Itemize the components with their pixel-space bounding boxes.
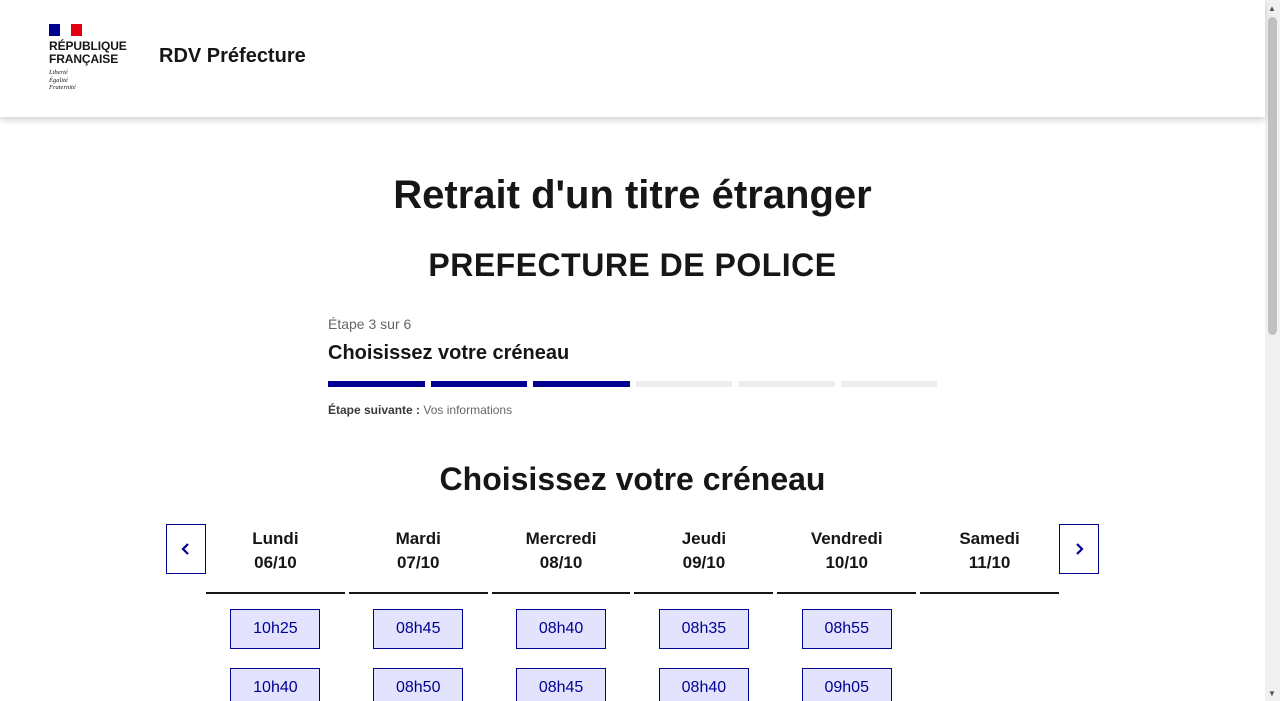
previous-days-button[interactable] [166, 524, 206, 574]
time-slot-button[interactable]: 08h40 [516, 609, 607, 649]
day-date: 11/10 [968, 553, 1011, 572]
stepper-segment [840, 381, 937, 387]
republique-francaise-logo[interactable]: République Française Liberté Égalité Fra… [49, 24, 139, 92]
day-name: Mercredi [525, 529, 597, 548]
marianne-flag-icon [49, 24, 82, 36]
scroll-down-arrow-icon[interactable]: ▼ [1268, 689, 1276, 698]
republic-name-line2: Française [49, 52, 119, 66]
day-header: Jeudi 09/10 [634, 524, 774, 594]
stepper-next-step: Étape suivante : Vos informations [328, 403, 937, 417]
motto-fraternite: Fraternité [49, 84, 76, 91]
day-name: Lundi [252, 529, 299, 548]
motto-liberte: Liberté [49, 69, 68, 76]
slot-column: 08h45 08h50 [349, 609, 488, 701]
slot-column: 10h25 10h40 [206, 609, 345, 701]
page-title: Retrait d'un titre étranger [393, 173, 872, 217]
stepper-segment [430, 381, 527, 387]
slot-column: 08h40 08h45 [492, 609, 631, 701]
slot-column: 08h35 08h40 [634, 609, 773, 701]
stepper-segment [738, 381, 835, 387]
calendar-title: Choisissez votre créneau [439, 461, 826, 497]
day-header: Samedi 11/10 [920, 524, 1059, 594]
scrollbar-thumb[interactable] [1268, 17, 1277, 335]
day-name: Mardi [395, 529, 441, 548]
scroll-up-arrow-icon[interactable]: ▲ [1268, 4, 1276, 13]
day-header: Mercredi 08/10 [491, 524, 631, 594]
calendar-slots-grid: 10h25 10h40 08h45 08h50 08h40 08h45 08h35 08h40… [206, 609, 1059, 701]
republic-motto: Liberté Égalité Fraternité [49, 69, 139, 92]
stepper-title: Choisissez votre créneau [328, 342, 570, 364]
chevron-left-icon [181, 543, 189, 555]
day-date: 07/10 [396, 553, 440, 572]
time-slot-button[interactable]: 08h40 [658, 668, 749, 701]
stepper-next-value: Vos informations [423, 403, 513, 417]
day-name: Jeudi [681, 529, 727, 548]
day-date: 08/10 [539, 553, 583, 572]
day-header: Vendredi 10/10 [777, 524, 917, 594]
republic-name: République Française [49, 40, 139, 66]
time-slot-button[interactable]: 08h45 [373, 609, 464, 649]
day-name: Vendredi [810, 529, 883, 548]
motto-egalite: Égalité [49, 76, 68, 84]
next-days-button[interactable] [1059, 524, 1099, 574]
day-header: Lundi 06/10 [206, 524, 345, 594]
slot-column: 08h55 09h05 [777, 609, 916, 701]
day-date: 06/10 [254, 553, 297, 572]
time-slot-button[interactable]: 08h35 [658, 609, 749, 649]
page-scrollbar[interactable]: ▲ ▼ [1265, 0, 1280, 701]
stepper-segment [635, 381, 732, 387]
service-title-link[interactable]: RDV Préfecture [159, 45, 306, 68]
day-name: Samedi [959, 529, 1020, 548]
day-header: Mardi 07/10 [348, 524, 488, 594]
time-slot-button[interactable]: 08h55 [801, 609, 892, 649]
stepper-segment [328, 381, 425, 387]
day-date: 10/10 [825, 553, 868, 572]
time-slot-button[interactable]: 10h40 [230, 668, 321, 701]
time-slot-button[interactable]: 09h05 [801, 668, 892, 701]
slot-column [920, 609, 1059, 701]
stepper-next-label: Étape suivante : [328, 403, 421, 417]
stepper-segment [533, 381, 630, 387]
stepper-state: Étape 3 sur 6 [328, 316, 412, 332]
stepper-progress-bar [328, 381, 937, 387]
time-slot-button[interactable]: 08h50 [373, 668, 464, 701]
calendar-days-header: Lundi 06/10 Mardi 07/10 Mercredi 08/10 Jeudi 09… [206, 524, 1059, 594]
chevron-right-icon [1076, 543, 1084, 555]
day-date: 09/10 [682, 553, 726, 572]
time-slot-button[interactable]: 08h45 [516, 668, 607, 701]
page-subtitle: PREFECTURE DE POLICE [428, 247, 837, 283]
site-header: République Française Liberté Égalité Fra… [0, 0, 1265, 117]
stepper: Étape 3 sur 6 Choisissez votre créneau É… [328, 316, 937, 417]
time-slot-button[interactable]: 10h25 [230, 609, 321, 649]
